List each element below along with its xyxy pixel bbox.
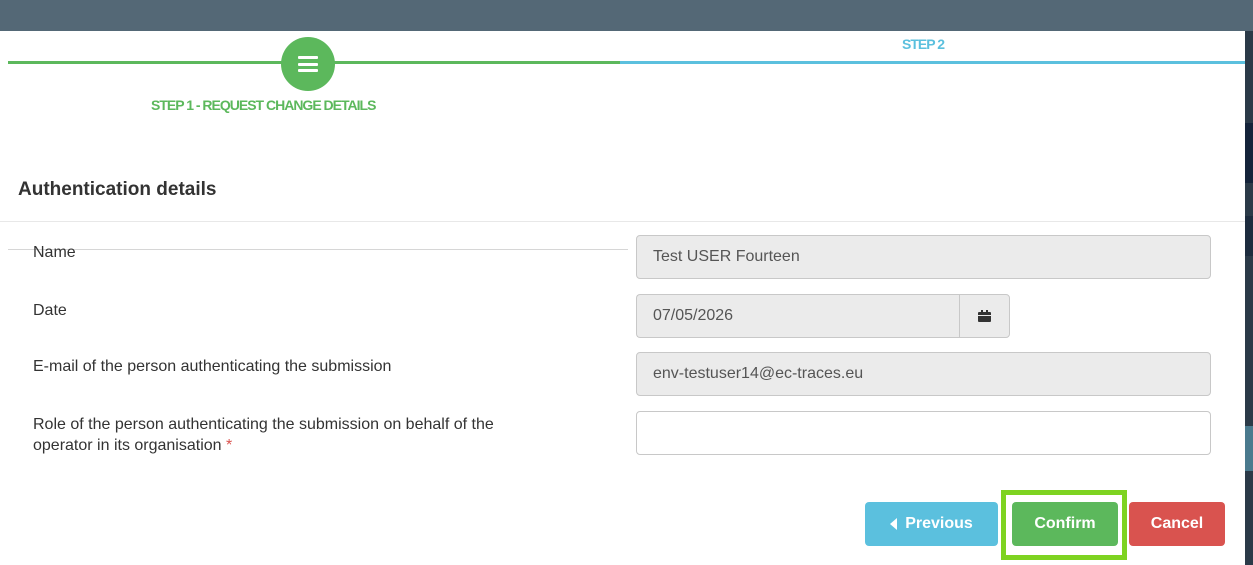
date-label: Date: [33, 302, 67, 319]
role-label-line2: operator in its organisation *: [33, 435, 494, 456]
confirm-button-label: Confirm: [1034, 515, 1096, 532]
cancel-button-label: Cancel: [1150, 515, 1204, 532]
role-label-text: operator in its organisation: [33, 437, 222, 454]
background-page-strip: [1245, 31, 1253, 565]
name-field[interactable]: Test USER Fourteen: [636, 235, 1211, 279]
role-label-line1: Role of the person authenticating the su…: [33, 416, 494, 433]
wizard-progress-pending: [620, 61, 1245, 64]
name-label: Name: [33, 244, 76, 261]
email-field[interactable]: env-testuser14@ec-traces.eu: [636, 352, 1211, 396]
role-label: Role of the person authenticating the su…: [33, 414, 494, 456]
hamburger-menu-icon: [298, 56, 318, 72]
authentication-dialog: STEP 1 - REQUEST CHANGE DETAILS STEP 2 A…: [0, 31, 1245, 565]
date-field[interactable]: 07/05/2026: [636, 294, 959, 338]
calendar-icon: [978, 310, 991, 322]
date-picker: 07/05/2026: [636, 294, 1010, 338]
section-title: Authentication details: [18, 179, 217, 200]
wizard-step1-label: STEP 1 - REQUEST CHANGE DETAILS: [151, 97, 376, 113]
email-label: E-mail of the person authenticating the …: [33, 358, 392, 375]
role-field[interactable]: [636, 411, 1211, 455]
wizard-step2-label: STEP 2: [902, 36, 945, 52]
previous-button[interactable]: Previous: [865, 502, 998, 546]
wizard-step1-marker: [281, 37, 335, 91]
row-divider: [8, 249, 628, 250]
previous-button-label: Previous: [905, 515, 973, 532]
section-divider: [0, 221, 1245, 222]
confirm-button[interactable]: Confirm: [1012, 502, 1118, 546]
caret-left-icon: [890, 518, 898, 530]
top-bar: [0, 0, 1253, 31]
calendar-button[interactable]: [959, 294, 1010, 338]
required-marker: *: [226, 437, 233, 454]
cancel-button[interactable]: Cancel: [1129, 502, 1225, 546]
